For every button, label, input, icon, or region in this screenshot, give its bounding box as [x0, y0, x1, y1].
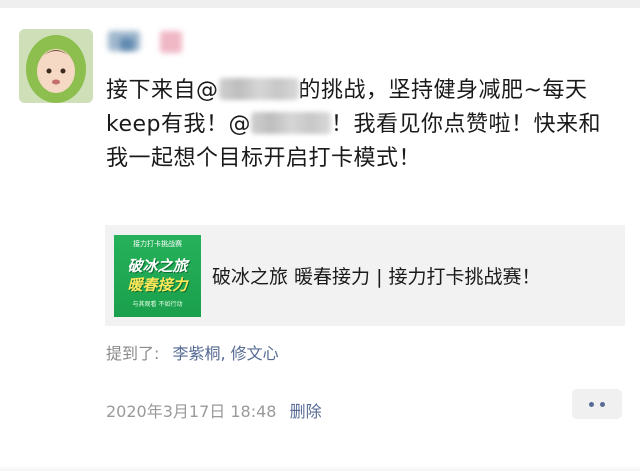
- dot-icon: [589, 401, 594, 407]
- mention-blurred-2[interactable]: [251, 112, 331, 134]
- top-divider: [0, 0, 640, 8]
- shared-card-thumbnail: 接力打卡挑战赛 破冰之旅 暖春接力 与其观看 不如行动: [114, 235, 201, 317]
- avatar-image: [19, 29, 93, 103]
- dot-icon: [600, 401, 605, 407]
- avatar[interactable]: [19, 29, 93, 103]
- delete-button[interactable]: 删除: [290, 402, 322, 421]
- more-dots-icon[interactable]: [572, 389, 622, 419]
- mentions-label: 提到了:: [106, 344, 160, 363]
- post-text: 接下来自@ 的挑战，坚持健身减肥~每天keep有我！@ ！我看见你点赞啦！快来和我一…: [106, 74, 616, 176]
- bottom-divider: [0, 465, 640, 471]
- thumbnail-top-text: 接力打卡挑战赛: [133, 240, 182, 248]
- thumbnail-line-2: 暖春接力: [127, 276, 188, 294]
- post-timestamp: 2020年3月17日 18:48: [106, 402, 277, 421]
- mention-blurred-1[interactable]: [218, 78, 299, 100]
- thumbnail-bottom-text: 与其观看 不如行动: [132, 301, 183, 308]
- mentioned-names[interactable]: 李紫桐, 修文心: [173, 344, 279, 363]
- post-meta: 2020年3月17日 18:48 删除: [106, 398, 322, 422]
- mentions-row: 提到了: 李紫桐, 修文心: [106, 340, 279, 364]
- author-name-blurred-detail: [120, 38, 134, 50]
- post-text-part-1: 接下来自@: [106, 78, 219, 103]
- shared-card-title: 破冰之旅 暖春接力 | 接力打卡挑战赛！: [212, 266, 541, 288]
- author-name-blurred-2: [160, 31, 182, 53]
- shared-link-card[interactable]: 接力打卡挑战赛 破冰之旅 暖春接力 与其观看 不如行动 破冰之旅 暖春接力 | …: [105, 225, 625, 326]
- thumbnail-line-1: 破冰之旅: [127, 257, 188, 275]
